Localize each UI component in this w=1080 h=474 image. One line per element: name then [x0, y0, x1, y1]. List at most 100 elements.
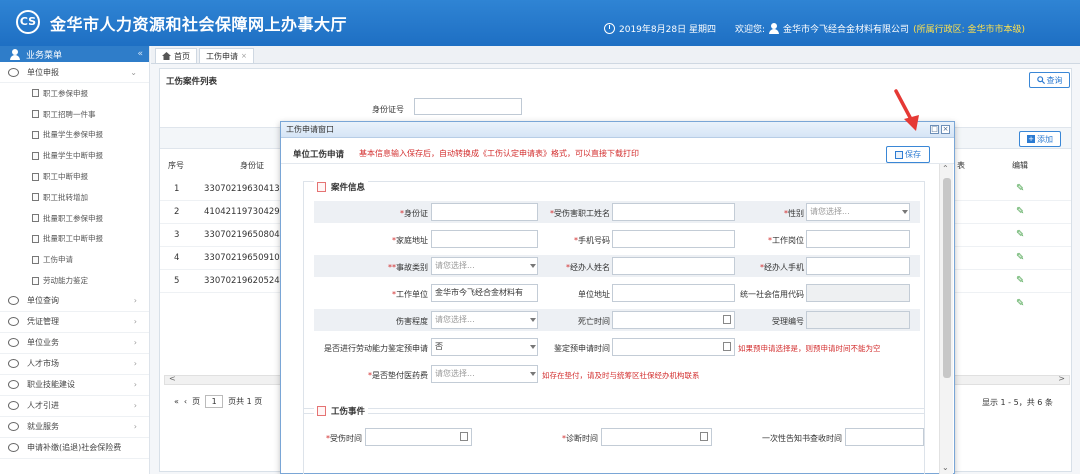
home-addr-input[interactable] — [431, 230, 538, 248]
job-input[interactable] — [806, 230, 910, 248]
sidebar-subitem[interactable]: 批量职工参保申报 — [0, 208, 149, 229]
sidebar-subitem[interactable]: 职工中断申报 — [0, 166, 149, 187]
section-title: 案件信息 — [314, 181, 369, 193]
sidebar-subitem[interactable]: 职工批转增加 — [0, 187, 149, 208]
diag-time-input[interactable] — [601, 428, 712, 446]
page-number-input[interactable]: 1 — [205, 395, 224, 408]
edit-icon[interactable]: ✎ — [1016, 183, 1024, 194]
sidebar-subitem[interactable]: 劳动能力鉴定 — [0, 270, 149, 291]
home-icon — [162, 52, 171, 60]
edit-icon[interactable]: ✎ — [1016, 206, 1024, 217]
edit-icon[interactable]: ✎ — [1016, 275, 1024, 286]
sidebar-subitem[interactable]: 工伤申请 — [0, 249, 149, 270]
victim-name-label: *受伤害职工姓名 — [550, 209, 610, 218]
top-header: CS 金华市人力资源和社会保障网上办事大厅 2019年8月28日 星期四 欢迎您… — [0, 0, 1080, 46]
user-icon — [10, 48, 20, 60]
row-no: 4 — [174, 253, 180, 263]
calendar-icon[interactable] — [723, 342, 731, 351]
pre-apply-select[interactable]: 否 — [431, 338, 538, 356]
id-search-input[interactable] — [414, 98, 522, 115]
dialog-header: 单位工伤申请 基本信息输入保存后，自动转换成《工伤认定申请表》格式，可以直接下载… — [281, 139, 954, 164]
chat-bubble-icon — [8, 443, 19, 453]
pre-apply-warning: 如果预申请选择是，则预申请时间不能为空 — [738, 344, 881, 353]
sidebar-subitem[interactable]: 批量学生中断申报 — [0, 145, 149, 166]
first-page-icon[interactable]: « — [174, 397, 179, 406]
medical-adv-select[interactable]: 请您选择... — [431, 365, 538, 383]
close-icon[interactable]: × — [941, 125, 950, 134]
query-button[interactable]: 查询 — [1029, 72, 1070, 88]
calendar-icon[interactable] — [700, 432, 708, 441]
section-title: 工伤事件 — [314, 405, 369, 417]
death-time-input[interactable] — [612, 311, 735, 329]
id-card-input[interactable] — [431, 203, 538, 221]
chat-bubble-icon — [8, 296, 19, 306]
prev-page-icon[interactable]: ‹ — [184, 397, 187, 406]
scroll-down-icon[interactable]: ⌄ — [942, 463, 949, 472]
form-row: **事故类别 请您选择... *经办人姓名 *经办人手机 — [314, 255, 920, 277]
accident-type-select[interactable]: 请您选择... — [431, 257, 538, 275]
sidebar-item-label: 申请补缴(追退)社会保险费 — [27, 443, 122, 453]
handler-name-input[interactable] — [612, 257, 735, 275]
unit-addr-input[interactable] — [612, 284, 735, 302]
calendar-icon[interactable] — [723, 315, 731, 324]
injury-level-select[interactable]: 请您选择... — [431, 311, 538, 329]
pre-apply-time-input[interactable] — [612, 338, 735, 356]
sidebar-item[interactable]: 单位查询 › — [0, 291, 149, 312]
sidebar-subitem[interactable]: 批量学生参保申报 — [0, 125, 149, 146]
sidebar-item[interactable]: 单位业务 › — [0, 333, 149, 354]
tab-label: 工伤申请 — [206, 51, 238, 61]
accident-type-label: **事故类别 — [388, 263, 428, 272]
accept-no-input — [806, 311, 910, 329]
calendar-icon[interactable] — [460, 432, 468, 441]
scroll-left-icon[interactable]: < — [169, 374, 176, 383]
clock-icon — [604, 23, 615, 34]
sidebar-subitem[interactable]: 职工招聘一件事 — [0, 104, 149, 125]
sidebar-item[interactable]: 凭证管理 › — [0, 312, 149, 333]
search-icon — [1036, 76, 1045, 84]
sidebar-item[interactable]: 就业服务 › — [0, 417, 149, 438]
sidebar-item[interactable]: 人才引进 › — [0, 396, 149, 417]
id-search-label: 身份证号 — [372, 105, 404, 114]
edit-icon[interactable]: ✎ — [1016, 252, 1024, 263]
dialog-titlebar[interactable]: 工伤申请窗口 □ × — [281, 122, 954, 138]
tab-home[interactable]: 首页 — [155, 48, 197, 63]
sidebar-header: 业务菜单 « — [0, 46, 149, 62]
document-icon — [32, 276, 39, 285]
edit-icon[interactable]: ✎ — [1016, 229, 1024, 240]
edit-icon[interactable]: ✎ — [1016, 298, 1024, 309]
document-icon — [32, 110, 39, 119]
close-icon[interactable]: × — [241, 52, 247, 60]
sidebar-subitem-label: 工伤申请 — [43, 255, 73, 265]
company-name[interactable]: 金华市今飞经合金材料有限公司 — [783, 22, 909, 35]
phone-input[interactable] — [612, 230, 735, 248]
sidebar-item[interactable]: 职业技能建设 › — [0, 375, 149, 396]
save-button[interactable]: 保存 — [886, 146, 930, 163]
injury-time-input[interactable] — [365, 428, 472, 446]
scroll-thumb[interactable] — [943, 178, 951, 378]
work-unit-input[interactable]: 金华市今飞经合金材料有 — [431, 284, 538, 302]
sidebar-subitem-label: 批量职工参保申报 — [43, 213, 103, 223]
maximize-icon[interactable]: □ — [930, 125, 939, 134]
handler-phone-label: *经办人手机 — [760, 263, 804, 272]
sidebar-item-label: 人才引进 — [27, 401, 59, 411]
sidebar-item[interactable]: 申请补缴(追退)社会保险费 — [0, 438, 149, 459]
collapse-icon[interactable]: « — [137, 49, 143, 59]
notice-time-input[interactable] — [845, 428, 924, 446]
chat-bubble-icon — [8, 422, 19, 432]
sidebar-item[interactable]: 人才市场 › — [0, 354, 149, 375]
sidebar-subitem[interactable]: 批量职工中断申报 — [0, 229, 149, 250]
sidebar-subitem-label: 批量学生参保申报 — [43, 130, 103, 140]
sidebar-item-unit-declare[interactable]: 单位申报 ⌄ — [0, 62, 149, 83]
dialog-scrollbar[interactable]: ⌃ ⌄ — [939, 164, 953, 474]
victim-name-input[interactable] — [612, 203, 735, 221]
document-icon — [32, 214, 39, 223]
add-button[interactable]: + 添加 — [1019, 131, 1061, 147]
sidebar-subitem[interactable]: 职工参保申报 — [0, 83, 149, 104]
tab-injury-apply[interactable]: 工伤申请 × — [199, 48, 254, 63]
injury-event-section: 工伤事件 *受伤时间 *诊断时间 一次性告知书查收时间 — [303, 405, 925, 474]
scroll-up-icon[interactable]: ⌃ — [942, 164, 949, 173]
document-icon — [32, 255, 39, 264]
scroll-right-icon[interactable]: > — [1058, 374, 1065, 383]
gender-select[interactable]: 请您选择... — [806, 203, 910, 221]
handler-phone-input[interactable] — [806, 257, 910, 275]
